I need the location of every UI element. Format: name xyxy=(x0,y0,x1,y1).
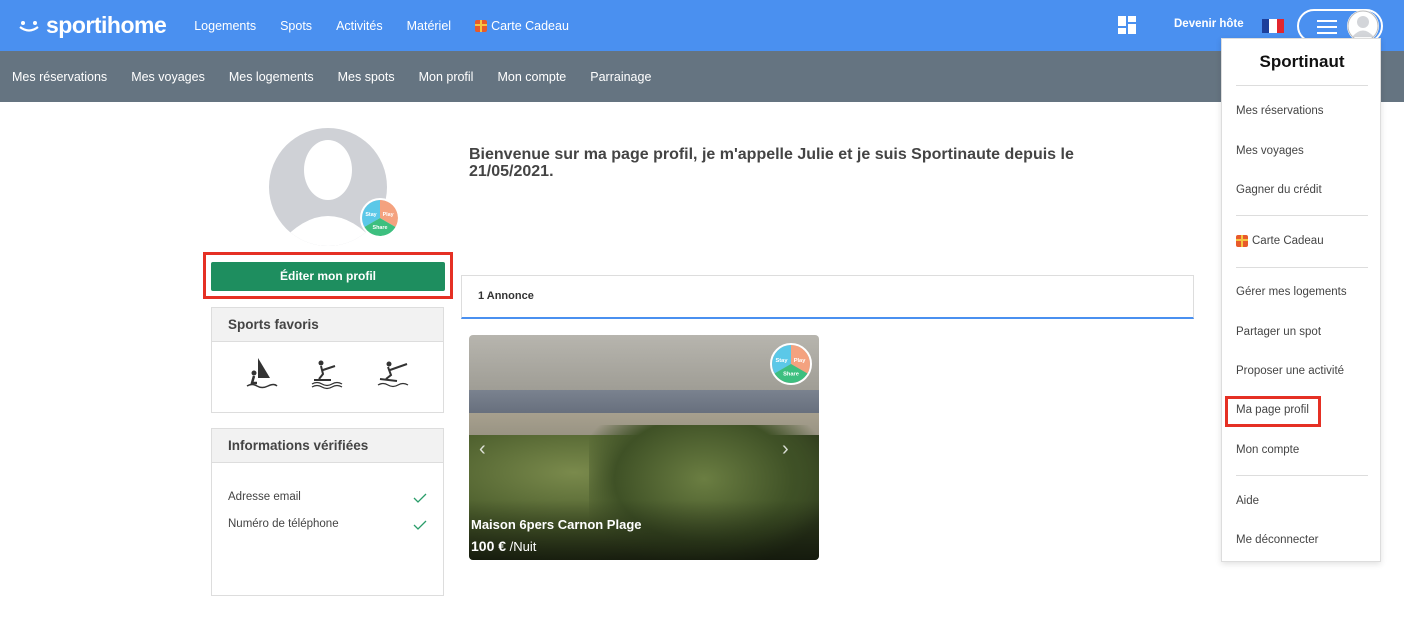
brand-name: sportihome xyxy=(46,12,167,38)
favorite-sports-title: Sports favoris xyxy=(212,308,443,342)
ma-page-profil-highlight xyxy=(1225,396,1321,427)
top-navbar: sportihome Logements Spots Activités Mat… xyxy=(0,0,1404,51)
stay-play-share-badge: Stay Play Share xyxy=(770,343,812,385)
badge-play: Play xyxy=(794,358,807,364)
dropdown-title: Sportinaut xyxy=(1259,52,1345,71)
dropdown-item-proposer-activite[interactable]: Proposer une activité xyxy=(1236,365,1344,377)
stay-play-share-badge: Stay Play Share xyxy=(360,198,400,238)
subnav-mes-spots[interactable]: Mes spots xyxy=(338,70,395,84)
verified-list: Adresse email Numéro de téléphone xyxy=(212,463,443,595)
dropdown-item-aide[interactable]: Aide xyxy=(1236,495,1259,507)
subnav-mon-profil[interactable]: Mon profil xyxy=(419,70,474,84)
badge-play: Play xyxy=(383,212,394,218)
dropdown-item-gagner-credit[interactable]: Gagner du crédit xyxy=(1236,184,1322,196)
subnav-mon-compte[interactable]: Mon compte xyxy=(497,70,566,84)
verified-phone-label: Numéro de téléphone xyxy=(228,518,339,530)
divider xyxy=(1236,85,1368,86)
windsurf-icon xyxy=(246,358,278,389)
dropdown-item-mon-compte[interactable]: Mon compte xyxy=(1236,444,1299,456)
subnav-parrainage[interactable]: Parrainage xyxy=(590,70,651,84)
listing-photo xyxy=(469,335,819,395)
kitesurf-icon xyxy=(377,361,409,388)
badge-share: Share xyxy=(783,371,799,377)
wakeboard-icon xyxy=(311,360,343,390)
verified-info-title: Informations vérifiées xyxy=(212,429,443,463)
listing-price: 100 € /Nuit xyxy=(471,538,536,554)
gift-icon xyxy=(475,19,488,32)
nav-activites[interactable]: Activités xyxy=(336,19,383,33)
dropdown-item-deconnecter[interactable]: Me déconnecter xyxy=(1236,534,1318,546)
dropdown-item-mes-reservations[interactable]: Mes réservations xyxy=(1236,105,1324,117)
badge-share: Share xyxy=(373,225,388,231)
verified-email-label: Adresse email xyxy=(228,491,301,503)
divider xyxy=(1236,215,1368,216)
sports-list xyxy=(212,342,443,412)
dropdown-item-partager-spot[interactable]: Partager un spot xyxy=(1236,326,1321,338)
nav-materiel[interactable]: Matériel xyxy=(407,19,451,33)
account-subnav: Mes réservations Mes voyages Mes logemen… xyxy=(0,51,1404,102)
user-dropdown-menu: Sportinaut Mes réservations Mes voyages … xyxy=(1221,38,1381,562)
prev-photo-icon[interactable]: ‹ xyxy=(479,438,486,461)
next-photo-icon[interactable]: › xyxy=(782,438,789,461)
edit-profile-highlight: Éditer mon profil xyxy=(203,252,453,299)
smile-logo-icon xyxy=(19,20,39,32)
listings-tabs: 1 Annonce xyxy=(461,275,1194,319)
tab-annonces[interactable]: 1 Annonce xyxy=(478,290,534,302)
subnav-mes-logements[interactable]: Mes logements xyxy=(229,70,314,84)
welcome-text: Bienvenue sur ma page profil, je m'appel… xyxy=(469,146,1074,180)
listing-title: Maison 6pers Carnon Plage xyxy=(471,517,642,532)
nav-carte-cadeau[interactable]: Carte Cadeau xyxy=(475,19,569,33)
dropdown-item-carte-cadeau[interactable]: Carte Cadeau xyxy=(1236,235,1324,247)
nav-carte-cadeau-label: Carte Cadeau xyxy=(491,18,569,33)
divider xyxy=(1236,475,1368,476)
subnav-mes-voyages[interactable]: Mes voyages xyxy=(131,70,205,84)
dropdown-item-gerer-logements[interactable]: Gérer mes logements xyxy=(1236,286,1347,298)
dropdown-item-mes-voyages[interactable]: Mes voyages xyxy=(1236,145,1304,157)
french-flag-icon[interactable] xyxy=(1262,19,1284,33)
sportihome-logo[interactable]: sportihome xyxy=(18,12,167,39)
verified-info-card: Informations vérifiées Adresse email Num… xyxy=(211,428,444,596)
subnav-mes-reservations[interactable]: Mes réservations xyxy=(12,70,107,84)
edit-profile-button[interactable]: Éditer mon profil xyxy=(211,262,445,291)
favorite-sports-card: Sports favoris xyxy=(211,307,444,413)
check-icon xyxy=(413,493,427,503)
check-icon xyxy=(413,520,427,530)
dashboard-icon[interactable] xyxy=(1118,16,1136,34)
dropdown-item-carte-cadeau-label: Carte Cadeau xyxy=(1252,235,1324,247)
listing-card[interactable]: ‹ › Stay Play Share Maison 6pers Carnon … xyxy=(469,335,819,560)
badge-stay: Stay xyxy=(365,212,376,218)
badge-stay: Stay xyxy=(775,358,788,364)
listing-price-value: 100 € xyxy=(471,538,507,554)
nav-logements[interactable]: Logements xyxy=(194,19,256,33)
divider xyxy=(1236,267,1368,268)
gift-icon xyxy=(1236,235,1248,247)
become-host-link[interactable]: Devenir hôte xyxy=(1174,18,1244,30)
hamburger-icon xyxy=(1317,20,1337,34)
main-nav: Logements Spots Activités Matériel Carte… xyxy=(194,19,569,33)
listing-price-unit: /Nuit xyxy=(509,539,537,554)
nav-spots[interactable]: Spots xyxy=(280,19,312,33)
